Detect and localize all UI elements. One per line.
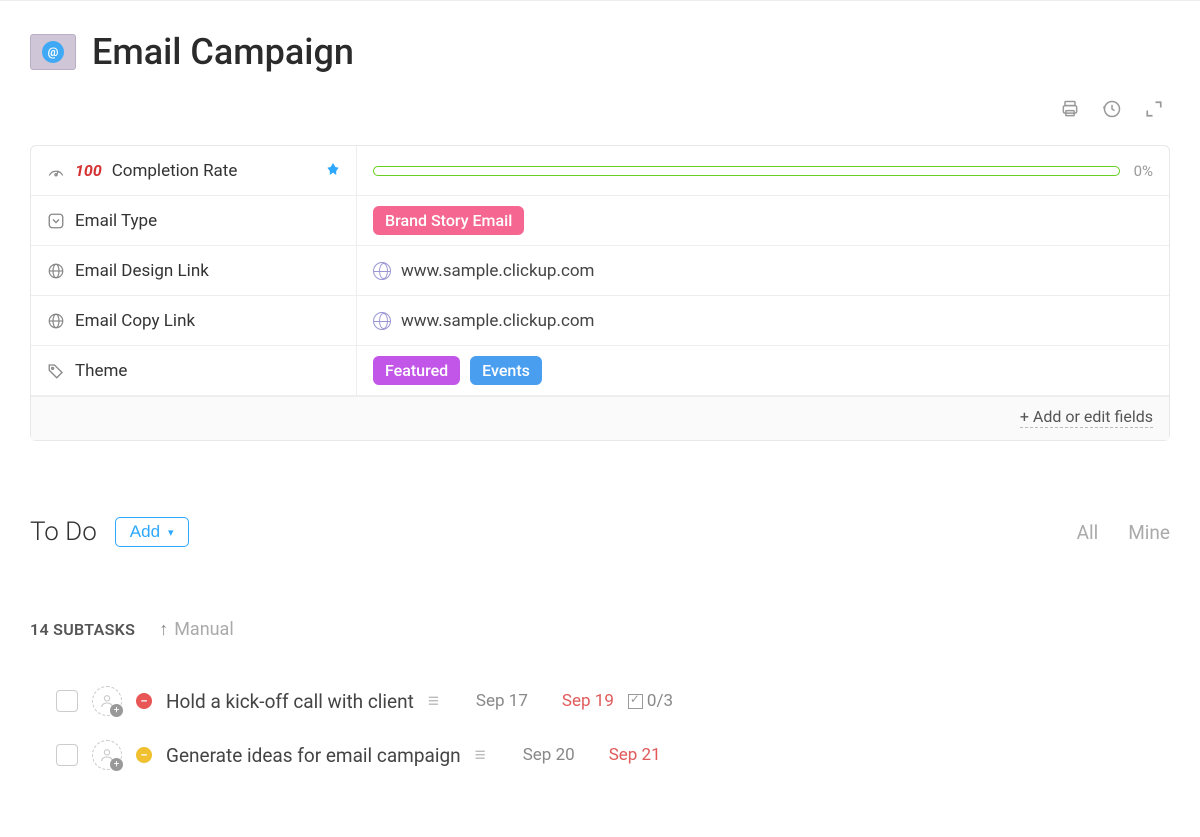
- field-completion-rate[interactable]: 100 Completion Rate 0%: [31, 146, 1169, 196]
- gauge-icon: [47, 164, 65, 178]
- activity-icon[interactable]: [1102, 99, 1122, 119]
- page-icon: @: [30, 34, 76, 70]
- email-type-tag[interactable]: Brand Story Email: [373, 206, 524, 235]
- description-icon[interactable]: ≡: [428, 689, 438, 713]
- date-due[interactable]: Sep 21: [609, 745, 661, 765]
- globe-icon: [47, 312, 65, 330]
- progress-bar: 0%: [373, 162, 1153, 180]
- assignee-add-button[interactable]: +: [92, 740, 122, 770]
- subtask-title[interactable]: Generate ideas for email campaign: [166, 744, 461, 767]
- add-subtask-button[interactable]: Add ▾: [115, 517, 189, 547]
- theme-tag-featured[interactable]: Featured: [373, 356, 460, 385]
- field-label: Email Copy Link: [75, 311, 195, 331]
- link-url[interactable]: www.sample.clickup.com: [401, 311, 594, 331]
- assignee-add-button[interactable]: +: [92, 686, 122, 716]
- print-icon[interactable]: [1060, 99, 1080, 119]
- link-url[interactable]: www.sample.clickup.com: [401, 261, 594, 281]
- globe-icon: [373, 312, 391, 330]
- arrow-up-icon: ↑: [159, 619, 168, 640]
- expand-icon[interactable]: [1144, 99, 1164, 119]
- todo-section-title: To Do: [30, 517, 97, 547]
- email-at-icon: @: [42, 41, 64, 63]
- field-label: Theme: [75, 361, 127, 381]
- subtask-row[interactable]: + – Hold a kick-off call with client ≡ S…: [30, 674, 1170, 728]
- globe-icon: [373, 262, 391, 280]
- pin-icon[interactable]: [326, 163, 340, 179]
- tag-icon: [47, 362, 65, 380]
- filter-mine[interactable]: Mine: [1128, 521, 1170, 544]
- field-label: Email Type: [75, 211, 157, 231]
- checklist-icon: [628, 694, 643, 709]
- sort-mode-button[interactable]: ↑ Manual: [159, 619, 234, 640]
- date-due[interactable]: Sep 19: [562, 691, 614, 711]
- progress-percent: 0%: [1134, 162, 1153, 180]
- add-edit-fields-button[interactable]: + Add or edit fields: [1020, 407, 1153, 428]
- field-label: Completion Rate: [112, 161, 238, 181]
- status-dot-icon[interactable]: –: [136, 747, 152, 763]
- hundred-emoji: 100: [75, 161, 102, 180]
- custom-fields-card: 100 Completion Rate 0% Email Type: [30, 145, 1170, 441]
- field-email-copy-link[interactable]: Email Copy Link www.sample.clickup.com: [31, 296, 1169, 346]
- field-label: Email Design Link: [75, 261, 209, 281]
- date-start[interactable]: Sep 20: [523, 745, 575, 765]
- status-dot-icon[interactable]: –: [136, 693, 152, 709]
- dropdown-icon: [47, 212, 65, 230]
- field-email-design-link[interactable]: Email Design Link www.sample.clickup.com: [31, 246, 1169, 296]
- chevron-down-icon: ▾: [168, 526, 174, 539]
- subtasks-count: 14 SUBTASKS: [30, 620, 135, 639]
- checkbox[interactable]: [56, 690, 78, 712]
- date-start[interactable]: Sep 17: [476, 691, 528, 711]
- filter-all[interactable]: All: [1077, 521, 1099, 544]
- globe-icon: [47, 262, 65, 280]
- theme-tag-events[interactable]: Events: [470, 356, 542, 385]
- field-theme[interactable]: Theme Featured Events: [31, 346, 1169, 396]
- subtask-progress[interactable]: 0/3: [628, 691, 673, 711]
- field-email-type[interactable]: Email Type Brand Story Email: [31, 196, 1169, 246]
- description-icon[interactable]: ≡: [475, 743, 485, 767]
- subtask-row[interactable]: + – Generate ideas for email campaign ≡ …: [30, 728, 1170, 782]
- subtask-title[interactable]: Hold a kick-off call with client: [166, 690, 414, 713]
- checkbox[interactable]: [56, 744, 78, 766]
- page-title[interactable]: Email Campaign: [92, 31, 354, 73]
